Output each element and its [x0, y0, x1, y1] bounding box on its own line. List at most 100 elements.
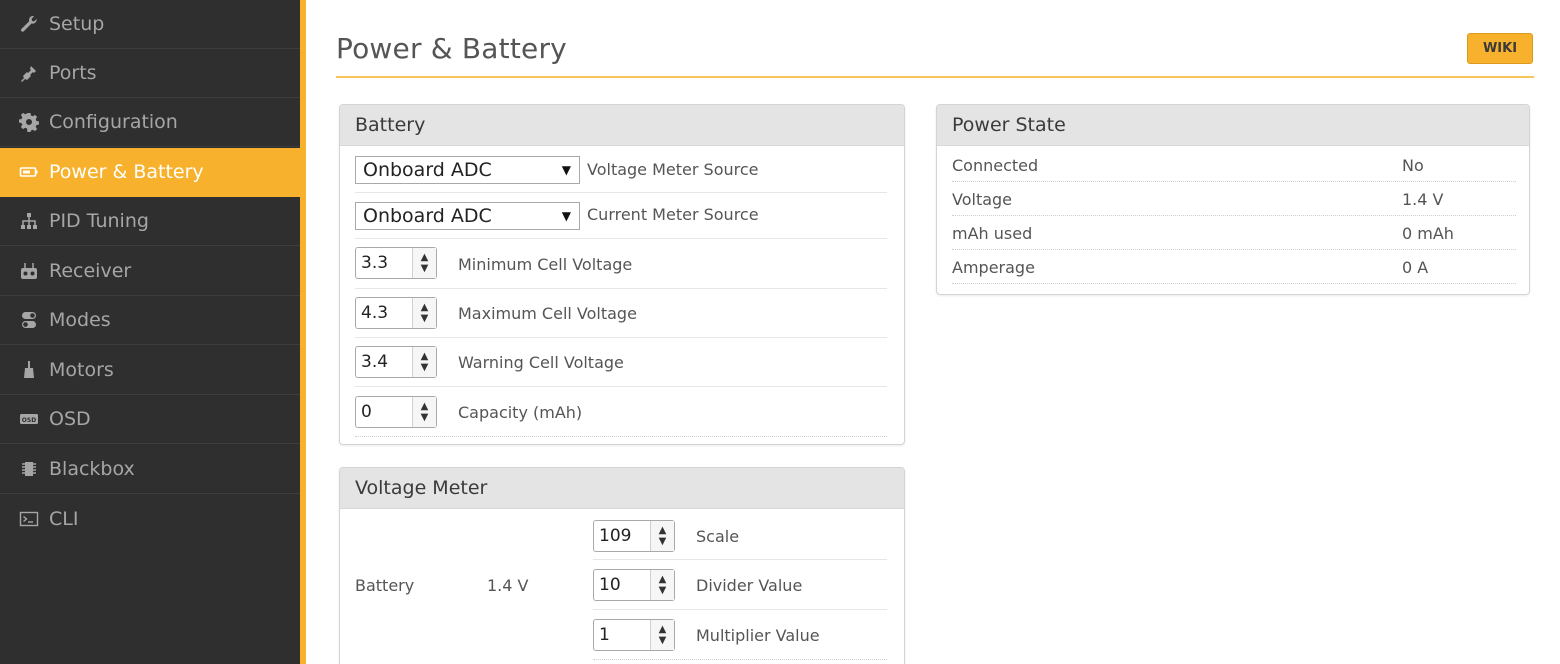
warn-cell-value: 3.4 [361, 352, 389, 372]
power-state-key: Voltage [952, 190, 1013, 209]
power-state-value: 1.4 V [1402, 190, 1444, 209]
power-state-row-connected: Connected No [952, 148, 1516, 182]
voltage-meter-panel: Voltage Meter Battery 1.4 V 109 ▲ ▼ Scale… [339, 467, 905, 664]
power-state-row-mah-used: mAh used 0 mAh [952, 216, 1516, 250]
power-state-key: Amperage [952, 258, 1035, 277]
remote-icon [18, 260, 40, 282]
divider-row: 10 ▲ ▼ Divider Value [593, 560, 887, 610]
sidebar-item-label: Blackbox [49, 458, 135, 480]
scale-value: 109 [599, 526, 632, 546]
power-state-value: 0 A [1402, 258, 1429, 277]
sidebar-item-label: Motors [49, 359, 114, 381]
min-cell-row: 3.3 ▲ ▼ Minimum Cell Voltage [355, 239, 887, 289]
max-cell-label: Maximum Cell Voltage [458, 304, 637, 323]
power-state-panel: Power State Connected No Voltage 1.4 V m… [936, 104, 1530, 295]
min-cell-label: Minimum Cell Voltage [458, 255, 633, 274]
sidebar-item-label: Configuration [49, 111, 178, 133]
spinner-arrows-icon[interactable]: ▲ ▼ [412, 347, 436, 377]
min-cell-input[interactable]: 3.3 ▲ ▼ [355, 247, 437, 279]
battery-panel-title: Battery [340, 105, 904, 146]
spinner-arrows-icon[interactable]: ▲ ▼ [412, 298, 436, 328]
spinner-arrows-icon[interactable]: ▲ ▼ [412, 248, 436, 278]
voltage-source-label: Voltage Meter Source [587, 160, 759, 179]
power-state-key: mAh used [952, 224, 1033, 243]
sidebar-item-receiver[interactable]: Receiver [0, 247, 300, 296]
warn-cell-row: 3.4 ▲ ▼ Warning Cell Voltage [355, 338, 887, 387]
sitemap-icon [18, 210, 40, 232]
power-state-row-voltage: Voltage 1.4 V [952, 182, 1516, 216]
power-state-row-amperage: Amperage 0 A [952, 250, 1516, 284]
capacity-label: Capacity (mAh) [458, 403, 583, 422]
spinner-arrows-icon[interactable]: ▲ ▼ [412, 397, 436, 427]
sidebar-item-label: Setup [49, 13, 105, 35]
scale-input[interactable]: 109 ▲ ▼ [593, 520, 675, 552]
spinner-arrows-icon[interactable]: ▲ ▼ [650, 521, 674, 551]
wiki-button[interactable]: WIKI [1467, 33, 1533, 64]
sidebar-item-label: Modes [49, 309, 111, 331]
spinner-arrows-icon[interactable]: ▲ ▼ [650, 570, 674, 600]
multiplier-row: 1 ▲ ▼ Multiplier Value [593, 610, 887, 660]
scale-row: 109 ▲ ▼ Scale [593, 509, 887, 560]
sidebar-item-ports[interactable]: Ports [0, 49, 300, 98]
osd-icon: OSD [18, 408, 40, 430]
voltage-source-row: Onboard ADC ▼ Voltage Meter Source [355, 146, 887, 193]
sidebar: Setup Ports Configuration Power & Batter… [0, 0, 306, 664]
chip-icon [18, 458, 40, 480]
power-state-value: No [1402, 156, 1424, 175]
chevron-down-icon: ▼ [561, 163, 571, 177]
capacity-row: 0 ▲ ▼ Capacity (mAh) [355, 387, 887, 437]
voltage-source-value: Onboard ADC [363, 159, 492, 181]
sidebar-item-label: Power & Battery [49, 161, 204, 183]
gear-icon [18, 111, 40, 133]
divider-label: Divider Value [696, 576, 803, 595]
multiplier-label: Multiplier Value [696, 626, 820, 645]
voltage-meter-source-name: Battery [355, 576, 415, 595]
battery-icon [18, 161, 40, 183]
warn-cell-label: Warning Cell Voltage [458, 353, 624, 372]
sidebar-item-motors[interactable]: Motors [0, 346, 300, 395]
current-source-value: Onboard ADC [363, 205, 492, 227]
min-cell-value: 3.3 [361, 253, 389, 273]
motor-icon [18, 359, 40, 381]
voltage-source-select[interactable]: Onboard ADC ▼ [355, 156, 580, 184]
sidebar-item-power-battery[interactable]: Power & Battery [0, 148, 300, 197]
warn-cell-input[interactable]: 3.4 ▲ ▼ [355, 346, 437, 378]
title-divider [336, 76, 1534, 78]
page-title: Power & Battery [336, 32, 567, 65]
power-state-panel-title: Power State [937, 105, 1529, 146]
sidebar-item-cli[interactable]: CLI [0, 494, 300, 543]
sidebar-item-setup[interactable]: Setup [0, 0, 300, 49]
toggle-icon [18, 309, 40, 331]
plug-icon [18, 62, 40, 84]
voltage-meter-panel-title: Voltage Meter [340, 468, 904, 509]
sidebar-item-pid-tuning[interactable]: PID Tuning [0, 197, 300, 246]
max-cell-row: 4.3 ▲ ▼ Maximum Cell Voltage [355, 289, 887, 338]
sidebar-item-label: PID Tuning [49, 210, 149, 232]
sidebar-item-configuration[interactable]: Configuration [0, 98, 300, 147]
max-cell-input[interactable]: 4.3 ▲ ▼ [355, 297, 437, 329]
current-source-row: Onboard ADC ▼ Current Meter Source [355, 193, 887, 239]
battery-panel: Battery Onboard ADC ▼ Voltage Meter Sour… [339, 104, 905, 445]
chevron-down-icon: ▼ [561, 209, 571, 223]
max-cell-value: 4.3 [361, 303, 389, 323]
scale-label: Scale [696, 527, 740, 546]
sidebar-item-osd[interactable]: OSD OSD [0, 395, 300, 444]
sidebar-item-label: Ports [49, 62, 97, 84]
terminal-icon [18, 508, 40, 530]
sidebar-item-modes[interactable]: Modes [0, 296, 300, 345]
sidebar-item-label: CLI [49, 507, 79, 530]
multiplier-input[interactable]: 1 ▲ ▼ [593, 619, 675, 651]
wrench-icon [18, 13, 40, 35]
spinner-arrows-icon[interactable]: ▲ ▼ [650, 620, 674, 650]
divider-input[interactable]: 10 ▲ ▼ [593, 569, 675, 601]
sidebar-item-label: Receiver [49, 260, 132, 282]
current-source-select[interactable]: Onboard ADC ▼ [355, 202, 580, 230]
sidebar-item-label: OSD [49, 408, 91, 430]
divider-value: 10 [599, 575, 621, 595]
capacity-input[interactable]: 0 ▲ ▼ [355, 396, 437, 428]
power-state-value: 0 mAh [1402, 224, 1454, 243]
sidebar-item-blackbox[interactable]: Blackbox [0, 445, 300, 494]
main-content: Power & Battery WIKI Battery Onboard ADC… [306, 0, 1560, 664]
power-state-key: Connected [952, 156, 1039, 175]
svg-text:OSD: OSD [22, 417, 36, 424]
